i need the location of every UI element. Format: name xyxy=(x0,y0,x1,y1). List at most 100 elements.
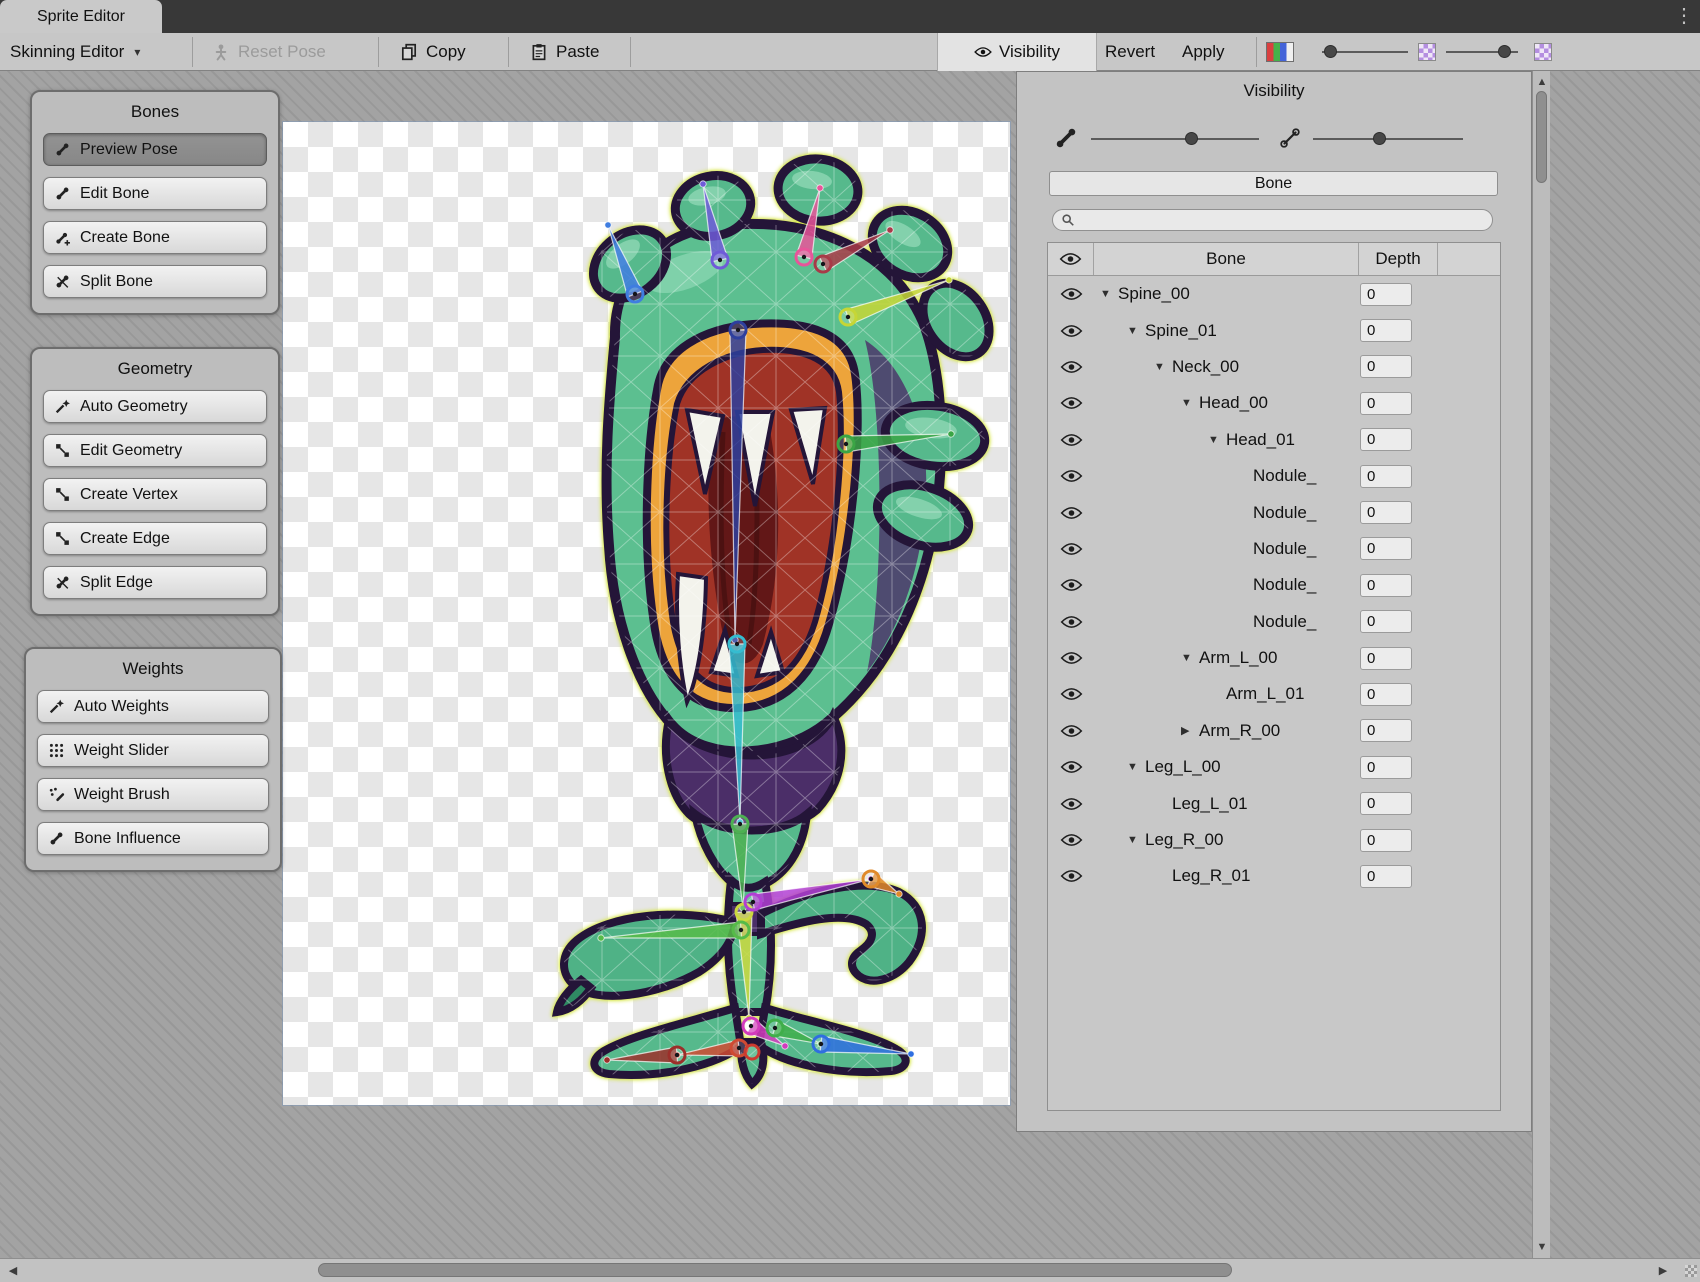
bone-row-leg_l_00[interactable]: ▼Leg_L_00 xyxy=(1048,749,1500,785)
visibility-eye-icon[interactable] xyxy=(1048,724,1094,738)
bone-tip-joint[interactable] xyxy=(604,1057,610,1063)
alpha-slider-thumb[interactable] xyxy=(1498,45,1511,58)
bone-row-head_00[interactable]: ▼Head_00 xyxy=(1048,385,1500,421)
bone-row-nodule_[interactable]: Nodule_ xyxy=(1048,604,1500,640)
depth-input[interactable] xyxy=(1360,428,1412,451)
bone-row-arm_l_01[interactable]: Arm_L_01 xyxy=(1048,676,1500,712)
bone-name[interactable]: Arm_L_01 xyxy=(1226,684,1304,704)
visibility-eye-icon[interactable] xyxy=(1048,542,1094,556)
split-edge-button[interactable]: Split Edge xyxy=(43,566,267,599)
visibility-eye-icon[interactable] xyxy=(1048,506,1094,520)
vertical-scroll-thumb[interactable] xyxy=(1536,91,1547,183)
mipmap-swatch[interactable] xyxy=(1534,43,1552,61)
depth-input[interactable] xyxy=(1360,465,1412,488)
sprite-editor-tab[interactable]: Sprite Editor xyxy=(0,0,162,33)
bone-name[interactable]: Arm_R_00 xyxy=(1199,721,1280,741)
bone-name[interactable]: Spine_00 xyxy=(1118,284,1190,304)
brightness-slider[interactable] xyxy=(1322,51,1408,53)
bone-name[interactable]: Nodule_ xyxy=(1253,612,1316,632)
skinning-editor-dropdown[interactable]: Skinning Editor ▾ xyxy=(10,33,140,71)
copy-button[interactable]: Copy xyxy=(400,33,466,71)
depth-input[interactable] xyxy=(1360,610,1412,633)
header-eye-icon[interactable] xyxy=(1048,243,1094,275)
horizontal-scroll-thumb[interactable] xyxy=(318,1263,1232,1277)
bone-name[interactable]: Nodule_ xyxy=(1253,575,1316,595)
expander-closed-icon[interactable]: ▶ xyxy=(1181,724,1199,737)
bone-row-arm_l_00[interactable]: ▼Arm_L_00 xyxy=(1048,640,1500,676)
bone-influence-button[interactable]: Bone Influence xyxy=(37,822,269,855)
expander-open-icon[interactable]: ▼ xyxy=(1127,325,1145,337)
bone-name[interactable]: Head_01 xyxy=(1226,430,1295,450)
reset-pose-button[interactable]: Reset Pose xyxy=(212,33,326,71)
vertical-scrollbar[interactable]: ▲ ▼ xyxy=(1532,71,1550,1258)
depth-input[interactable] xyxy=(1360,865,1412,888)
visibility-eye-icon[interactable] xyxy=(1048,469,1094,483)
expander-open-icon[interactable]: ▼ xyxy=(1127,834,1145,846)
bone-opacity-slider[interactable] xyxy=(1313,138,1463,140)
bone-name[interactable]: Nodule_ xyxy=(1253,503,1316,523)
bone-tip-joint[interactable] xyxy=(598,935,604,941)
bone-row-head_01[interactable]: ▼Head_01 xyxy=(1048,422,1500,458)
expander-open-icon[interactable]: ▼ xyxy=(1181,652,1199,664)
depth-input[interactable] xyxy=(1360,719,1412,742)
depth-input[interactable] xyxy=(1360,392,1412,415)
visibility-eye-icon[interactable] xyxy=(1048,760,1094,774)
auto-geometry-button[interactable]: Auto Geometry xyxy=(43,390,267,423)
bone-opacity-slider-thumb[interactable] xyxy=(1373,132,1386,145)
bone-row-nodule_[interactable]: Nodule_ xyxy=(1048,567,1500,603)
bone-filter-button[interactable]: Bone xyxy=(1049,171,1498,196)
expander-open-icon[interactable]: ▼ xyxy=(1208,434,1226,446)
sprite-canvas[interactable] xyxy=(283,122,1010,1105)
depth-input[interactable] xyxy=(1360,647,1412,670)
visibility-eye-icon[interactable] xyxy=(1048,869,1094,883)
depth-input[interactable] xyxy=(1360,792,1412,815)
visibility-eye-icon[interactable] xyxy=(1048,324,1094,338)
depth-input[interactable] xyxy=(1360,574,1412,597)
expander-open-icon[interactable]: ▼ xyxy=(1154,361,1172,373)
bone-name[interactable]: Head_00 xyxy=(1199,393,1268,413)
bone-size-slider[interactable] xyxy=(1091,138,1259,140)
bone-name[interactable]: Nodule_ xyxy=(1253,466,1316,486)
bone-tip-joint[interactable] xyxy=(887,227,893,233)
header-bone-column[interactable]: Bone xyxy=(1094,243,1358,275)
depth-input[interactable] xyxy=(1360,501,1412,524)
bone-tip-joint[interactable] xyxy=(817,185,823,191)
visibility-eye-icon[interactable] xyxy=(1048,651,1094,665)
scroll-right-arrow[interactable]: ▶ xyxy=(1654,1262,1672,1280)
brightness-slider-thumb[interactable] xyxy=(1324,45,1337,58)
create-edge-button[interactable]: Create Edge xyxy=(43,522,267,555)
bone-tip-joint[interactable] xyxy=(948,431,954,437)
visibility-eye-icon[interactable] xyxy=(1048,360,1094,374)
depth-input[interactable] xyxy=(1360,283,1412,306)
bone-row-leg_r_00[interactable]: ▼Leg_R_00 xyxy=(1048,822,1500,858)
visibility-eye-icon[interactable] xyxy=(1048,833,1094,847)
depth-input[interactable] xyxy=(1360,683,1412,706)
bone-row-leg_l_01[interactable]: Leg_L_01 xyxy=(1048,785,1500,821)
bone-size-slider-thumb[interactable] xyxy=(1185,132,1198,145)
revert-button[interactable]: Revert xyxy=(1105,33,1155,71)
expander-open-icon[interactable]: ▼ xyxy=(1181,397,1199,409)
visibility-eye-icon[interactable] xyxy=(1048,396,1094,410)
split-bone-button[interactable]: Split Bone xyxy=(43,265,267,298)
depth-input[interactable] xyxy=(1360,537,1412,560)
bone-search-field[interactable] xyxy=(1052,209,1493,231)
visibility-eye-icon[interactable] xyxy=(1048,615,1094,629)
depth-input[interactable] xyxy=(1360,319,1412,342)
create-vertex-button[interactable]: Create Vertex xyxy=(43,478,267,511)
bone-name[interactable]: Leg_R_01 xyxy=(1172,866,1250,886)
bone-tip-joint[interactable] xyxy=(782,1043,788,1049)
weight-slider-button[interactable]: Weight Slider xyxy=(37,734,269,767)
bone-row-nodule_[interactable]: Nodule_ xyxy=(1048,531,1500,567)
bone-tip-joint[interactable] xyxy=(896,891,902,897)
auto-weights-button[interactable]: Auto Weights xyxy=(37,690,269,723)
bone-name[interactable]: Leg_L_01 xyxy=(1172,794,1248,814)
bone-row-nodule_[interactable]: Nodule_ xyxy=(1048,458,1500,494)
bone-name[interactable]: Nodule_ xyxy=(1253,539,1316,559)
scroll-left-arrow[interactable]: ◀ xyxy=(4,1262,22,1280)
create-bone-button[interactable]: Create Bone xyxy=(43,221,267,254)
depth-input[interactable] xyxy=(1360,756,1412,779)
paste-button[interactable]: Paste xyxy=(530,33,599,71)
preview-pose-button[interactable]: Preview Pose xyxy=(43,133,267,166)
expander-open-icon[interactable]: ▼ xyxy=(1100,288,1118,300)
bone-joint[interactable] xyxy=(745,1045,759,1059)
